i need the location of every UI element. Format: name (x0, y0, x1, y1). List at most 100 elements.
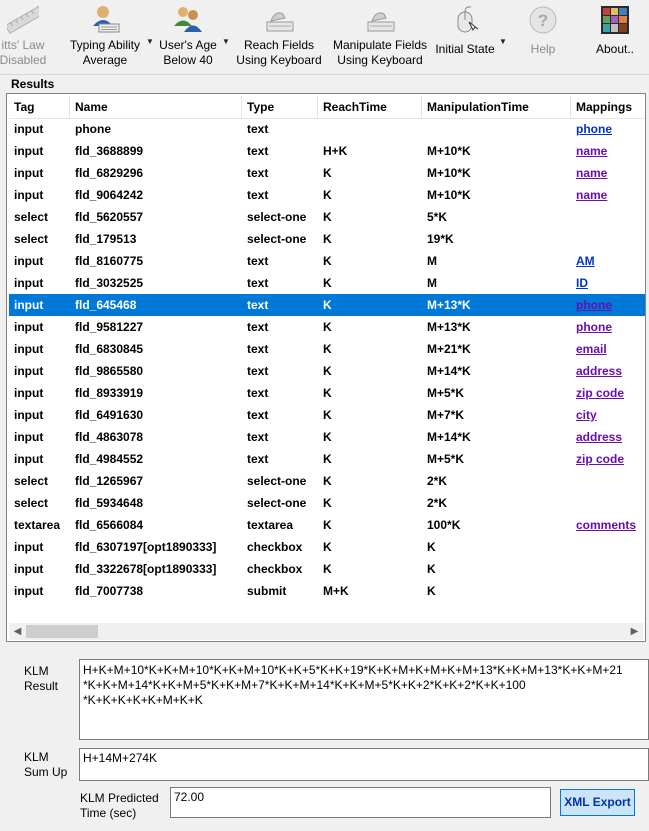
results-grid[interactable]: Tag Name Type ReachTime ManipulationTime… (6, 93, 646, 642)
mapping-link[interactable]: city (571, 404, 645, 426)
typing-label-2: Average (82, 53, 128, 67)
table-row[interactable]: input fld_6830845 text K M+21*K email (9, 338, 645, 360)
cell-manip: M (427, 254, 437, 268)
cell-map (571, 228, 645, 250)
table-row[interactable]: input fld_9581227 text K M+13*K phone (9, 316, 645, 338)
user-age-button[interactable]: User's Age Below 40 (154, 0, 222, 74)
table-row[interactable]: input fld_4984552 text K M+5*K zip code (9, 448, 645, 470)
cell-manip: 19*K (427, 232, 454, 246)
table-row[interactable]: input fld_3688899 text H+K M+10*K name (9, 140, 645, 162)
manip-label-1: Manipulate Fields (332, 38, 428, 52)
mapping-link[interactable]: email (571, 338, 645, 360)
table-row[interactable]: input phone text phone (9, 118, 645, 140)
typing-dropdown-arrow-icon[interactable]: ▼ (146, 37, 154, 46)
mapping-link[interactable]: phone (571, 316, 645, 338)
initial-label: Initial State (435, 42, 495, 56)
table-row[interactable]: input fld_3322678[opt1890333] checkbox K K (9, 558, 645, 580)
cell-name: fld_5934648 (75, 496, 144, 510)
mapping-link[interactable]: zip code (571, 448, 645, 470)
cell-name: fld_9581227 (75, 320, 144, 334)
mapping-link[interactable]: AM (571, 250, 645, 272)
table-row[interactable]: select fld_1265967 select-one K 2*K (9, 470, 645, 492)
klm-sum-textbox[interactable]: H+14M+274K (79, 748, 649, 781)
age-label-1: User's Age (159, 38, 217, 52)
scroll-right-icon[interactable]: ▶ (626, 623, 643, 640)
table-row[interactable]: input fld_3032525 text K M ID (9, 272, 645, 294)
table-row[interactable]: input fld_6829296 text K M+10*K name (9, 162, 645, 184)
column-header-mappings[interactable]: Mappings (571, 96, 645, 118)
column-header-name[interactable]: Name (70, 96, 242, 118)
fitts-law-button[interactable]: itts' Law Disabled (0, 0, 54, 74)
cell-name: fld_3032525 (75, 276, 144, 290)
mouse-icon (457, 6, 479, 33)
table-row[interactable]: input fld_4863078 text K M+14*K address (9, 426, 645, 448)
klm-result-textbox[interactable]: H+K+M+10*K+K+M+10*K+K+M+10*K+K+5*K+K+19*… (79, 659, 649, 740)
mapping-link[interactable]: name (571, 184, 645, 206)
mapping-link[interactable]: name (571, 162, 645, 184)
cell-type: text (247, 430, 269, 444)
cell-manip: M+5*K (427, 386, 465, 400)
cell-manip: M+5*K (427, 452, 465, 466)
table-row[interactable]: input fld_8933919 text K M+5*K zip code (9, 382, 645, 404)
table-row[interactable]: input fld_8160775 text K M AM (9, 250, 645, 272)
mapping-link[interactable]: ID (571, 272, 645, 294)
manipulate-fields-button[interactable]: Manipulate Fields Using Keyboard (328, 0, 432, 74)
cell-type: checkbox (247, 562, 303, 576)
cell-manip: 2*K (427, 474, 448, 488)
cell-reach: K (323, 364, 332, 378)
initial-dropdown-arrow-icon[interactable]: ▼ (499, 37, 507, 46)
cell-reach: H+K (323, 144, 348, 158)
mapping-link[interactable]: phone (571, 294, 645, 316)
mapping-link[interactable]: address (571, 360, 645, 382)
cell-tag: input (14, 144, 44, 158)
table-row[interactable]: input fld_7007738 submit M+K K (9, 580, 645, 602)
mapping-link[interactable]: address (571, 426, 645, 448)
initial-state-button[interactable]: Initial State (432, 0, 498, 74)
klm-result-label-1: KLM (24, 664, 49, 678)
cell-map (571, 470, 645, 492)
table-row[interactable]: select fld_5934648 select-one K 2*K (9, 492, 645, 514)
keyboard-hand-icon (266, 12, 294, 32)
table-row[interactable]: select fld_179513 select-one K 19*K (9, 228, 645, 250)
typing-ability-button[interactable]: Typing Ability Average (62, 0, 148, 74)
mapping-link[interactable]: comments (571, 514, 645, 536)
klm-predicted-textbox[interactable]: 72.00 (170, 787, 551, 818)
scroll-thumb[interactable] (26, 625, 98, 638)
column-header-type[interactable]: Type (242, 96, 318, 118)
help-button[interactable]: ? Help (520, 0, 566, 74)
table-row[interactable]: select fld_5620557 select-one K 5*K (9, 206, 645, 228)
xml-export-button[interactable]: XML Export (560, 789, 635, 816)
table-row[interactable]: input fld_9064242 text K M+10*K name (9, 184, 645, 206)
cell-manip: 2*K (427, 496, 448, 510)
cell-tag: input (14, 540, 44, 554)
table-row[interactable]: input fld_9865580 text K M+14*K address (9, 360, 645, 382)
cell-tag: input (14, 364, 44, 378)
table-row[interactable]: input fld_6307197[opt1890333] checkbox K K (9, 536, 645, 558)
mapping-link[interactable]: name (571, 140, 645, 162)
cell-type: text (247, 408, 269, 422)
cell-type: select-one (247, 232, 307, 246)
column-header-manipulationtime[interactable]: ManipulationTime (422, 96, 571, 118)
age-dropdown-arrow-icon[interactable]: ▼ (222, 37, 230, 46)
table-row[interactable]: textarea fld_6566084 textarea K 100*K comment… (9, 514, 645, 536)
cell-reach: K (323, 474, 332, 488)
cell-reach: M+K (323, 584, 349, 598)
table-row[interactable]: input fld_6491630 text K M+7*K city (9, 404, 645, 426)
ruler-icon (7, 4, 39, 35)
cell-name: fld_4984552 (75, 452, 144, 466)
cell-map (571, 580, 645, 602)
column-header-tag[interactable]: Tag (9, 96, 70, 118)
about-button[interactable]: About.. (590, 0, 640, 74)
horizontal-scrollbar[interactable]: ◀ ▶ (9, 623, 643, 640)
cell-tag: input (14, 342, 44, 356)
cell-name: fld_9865580 (75, 364, 144, 378)
mapping-link[interactable]: zip code (571, 382, 645, 404)
cell-type: text (247, 452, 269, 466)
klm-predicted-label-2: Time (sec) (80, 806, 137, 820)
mapping-link[interactable]: phone (571, 118, 645, 140)
scroll-left-icon[interactable]: ◀ (9, 623, 26, 640)
reach-fields-button[interactable]: Reach Fields Using Keyboard (232, 0, 326, 74)
cell-reach: K (323, 276, 332, 290)
table-row[interactable]: input fld_645468 text K M+13*K phone (9, 294, 645, 316)
column-header-reachtime[interactable]: ReachTime (318, 96, 422, 118)
